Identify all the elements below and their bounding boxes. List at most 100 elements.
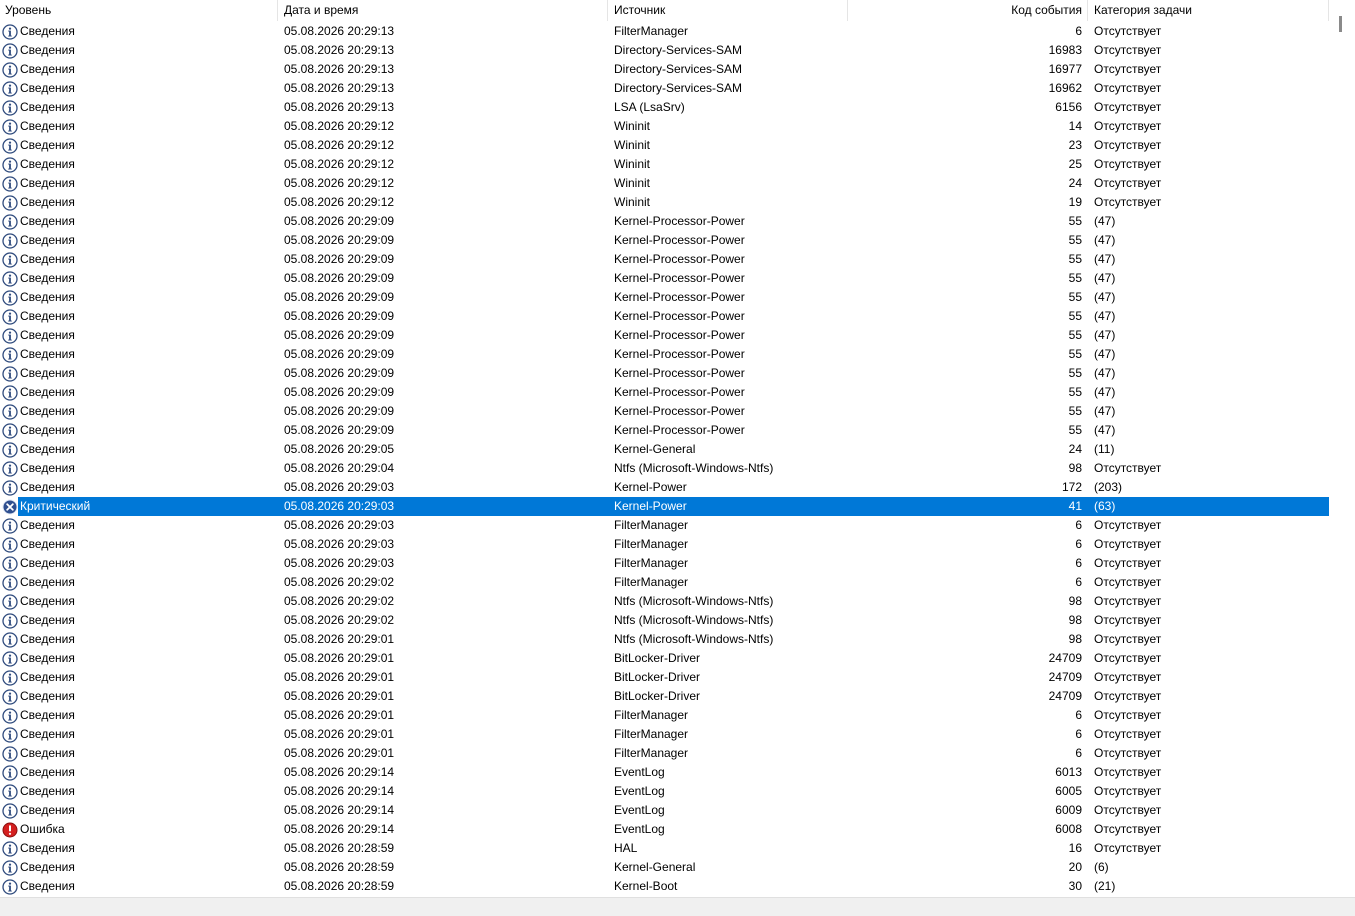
event-row[interactable]: Сведения 05.08.2026 20:29:12 Wininit 14 Отсу… xyxy=(0,117,1330,136)
event-datetime: 05.08.2026 20:29:12 xyxy=(284,138,395,152)
column-header-task-category[interactable]: Категория задачи xyxy=(1089,0,1327,21)
event-datetime: 05.08.2026 20:29:09 xyxy=(284,423,395,437)
info-icon xyxy=(2,613,18,629)
event-task-category: Отсутствует xyxy=(1094,613,1162,627)
event-row[interactable]: Сведения 05.08.2026 20:29:09 Kernel-Proces… xyxy=(0,269,1330,288)
event-id: 30 xyxy=(1068,879,1082,893)
event-row[interactable]: Сведения 05.08.2026 20:29:13 LSA (LsaSrv) 6… xyxy=(0,98,1330,117)
event-row[interactable]: Сведения 05.08.2026 20:29:01 FilterManager… xyxy=(0,706,1330,725)
event-datetime: 05.08.2026 20:29:09 xyxy=(284,347,395,361)
column-divider[interactable] xyxy=(1087,0,1088,21)
event-row[interactable]: Сведения 05.08.2026 20:29:01 Ntfs (Microso… xyxy=(0,630,1330,649)
horizontal-scrollbar[interactable] xyxy=(0,897,1355,916)
event-row[interactable]: Сведения 05.08.2026 20:29:12 Wininit 25 Отсу… xyxy=(0,155,1330,174)
event-row[interactable]: Сведения 05.08.2026 20:29:12 Wininit 19 Отсу… xyxy=(0,193,1330,212)
event-task-category: Отсутствует xyxy=(1094,765,1162,779)
column-divider[interactable] xyxy=(1328,0,1329,21)
event-row[interactable]: Сведения 05.08.2026 20:29:04 Ntfs (Microso… xyxy=(0,459,1330,478)
event-row[interactable]: Сведения 05.08.2026 20:29:02 Ntfs (Microso… xyxy=(0,611,1330,630)
column-header-event-id[interactable]: Код события xyxy=(849,0,1087,21)
event-task-category: Отсутствует xyxy=(1094,556,1162,570)
event-datetime: 05.08.2026 20:29:09 xyxy=(284,366,395,380)
event-row[interactable]: Сведения 05.08.2026 20:29:03 FilterManager… xyxy=(0,535,1330,554)
column-divider[interactable] xyxy=(277,0,278,21)
event-level: Сведения xyxy=(20,119,75,133)
column-divider[interactable] xyxy=(607,0,608,21)
info-icon xyxy=(2,62,18,78)
event-row[interactable]: Сведения 05.08.2026 20:29:09 Kernel-Proces… xyxy=(0,402,1330,421)
event-row[interactable]: Сведения 05.08.2026 20:29:09 Kernel-Proces… xyxy=(0,250,1330,269)
event-row[interactable]: Сведения 05.08.2026 20:29:02 FilterManager… xyxy=(0,573,1330,592)
event-task-category: (47) xyxy=(1094,214,1116,228)
column-header-source[interactable]: Источник xyxy=(609,0,846,21)
event-task-category: Отсутствует xyxy=(1094,157,1162,171)
event-row[interactable]: Сведения 05.08.2026 20:28:59 Kernel-Genera… xyxy=(0,858,1330,877)
event-level: Сведения xyxy=(20,271,75,285)
event-row[interactable]: Сведения 05.08.2026 20:29:09 Kernel-Proces… xyxy=(0,364,1330,383)
column-header-datetime[interactable]: Дата и время xyxy=(279,0,606,21)
info-icon xyxy=(2,366,18,382)
event-id: 172 xyxy=(1061,480,1082,494)
info-icon xyxy=(2,784,18,800)
event-task-category: (11) xyxy=(1094,442,1115,456)
event-row[interactable]: Сведения 05.08.2026 20:29:13 FilterManager… xyxy=(0,22,1330,41)
event-task-category: Отсутствует xyxy=(1094,100,1162,114)
event-source: Directory-Services-SAM xyxy=(614,81,743,95)
info-icon xyxy=(2,518,18,534)
event-row[interactable]: Сведения 05.08.2026 20:29:13 Directory-Ser… xyxy=(0,79,1330,98)
info-icon xyxy=(2,252,18,268)
event-row[interactable]: Сведения 05.08.2026 20:29:03 FilterManager… xyxy=(0,516,1330,535)
event-row[interactable]: Сведения 05.08.2026 20:29:09 Kernel-Proces… xyxy=(0,288,1330,307)
event-source: Ntfs (Microsoft-Windows-Ntfs) xyxy=(614,613,774,627)
event-row[interactable]: Критический 05.08.2026 20:29:03 Kernel-Pow… xyxy=(0,497,1330,516)
event-row[interactable]: Сведения 05.08.2026 20:29:02 Ntfs (Microso… xyxy=(0,592,1330,611)
event-task-category: Отсутствует xyxy=(1094,822,1162,836)
event-row[interactable]: Сведения 05.08.2026 20:29:09 Kernel-Proces… xyxy=(0,212,1330,231)
event-id: 6005 xyxy=(1055,784,1082,798)
event-id: 6 xyxy=(1075,708,1082,722)
info-icon xyxy=(2,594,18,610)
event-row[interactable]: Сведения 05.08.2026 20:29:14 EventLog 6013 О… xyxy=(0,763,1330,782)
event-row[interactable]: Сведения 05.08.2026 20:28:59 Kernel-Boot 30… xyxy=(0,877,1330,896)
event-row[interactable]: Сведения 05.08.2026 20:29:12 Wininit 23 Отсу… xyxy=(0,136,1330,155)
event-row[interactable]: Сведения 05.08.2026 20:29:12 Wininit 24 Отсу… xyxy=(0,174,1330,193)
event-row[interactable]: Сведения 05.08.2026 20:29:03 Kernel-Power 1… xyxy=(0,478,1330,497)
event-row[interactable]: Сведения 05.08.2026 20:29:01 BitLocker-Dri… xyxy=(0,649,1330,668)
event-row[interactable]: Сведения 05.08.2026 20:29:05 Kernel-Genera… xyxy=(0,440,1330,459)
info-icon xyxy=(2,100,18,116)
event-row[interactable]: Сведения 05.08.2026 20:29:01 BitLocker-Dri… xyxy=(0,687,1330,706)
event-datetime: 05.08.2026 20:29:12 xyxy=(284,119,395,133)
event-row[interactable]: Сведения 05.08.2026 20:29:01 BitLocker-Dri… xyxy=(0,668,1330,687)
event-level: Сведения xyxy=(20,461,75,475)
event-task-category: Отсутствует xyxy=(1094,841,1162,855)
event-row[interactable]: Сведения 05.08.2026 20:29:01 FilterManager… xyxy=(0,725,1330,744)
event-row[interactable]: Сведения 05.08.2026 20:29:14 EventLog 6009 О… xyxy=(0,801,1330,820)
event-row[interactable]: Сведения 05.08.2026 20:29:09 Kernel-Proces… xyxy=(0,421,1330,440)
event-row[interactable]: Сведения 05.08.2026 20:29:13 Directory-Ser… xyxy=(0,41,1330,60)
event-row[interactable]: Сведения 05.08.2026 20:29:01 FilterManager… xyxy=(0,744,1330,763)
event-row[interactable]: Сведения 05.08.2026 20:29:09 Kernel-Proces… xyxy=(0,326,1330,345)
event-row[interactable]: Сведения 05.08.2026 20:28:59 HAL 16 Отсутств… xyxy=(0,839,1330,858)
column-divider[interactable] xyxy=(847,0,848,21)
event-source: FilterManager xyxy=(614,537,689,551)
event-row[interactable]: Сведения 05.08.2026 20:29:03 FilterManager… xyxy=(0,554,1330,573)
event-level: Сведения xyxy=(20,309,75,323)
event-row[interactable]: Сведения 05.08.2026 20:29:14 EventLog 6005 О… xyxy=(0,782,1330,801)
info-icon xyxy=(2,214,18,230)
scrollbar-thumb[interactable] xyxy=(1339,16,1342,32)
event-datetime: 05.08.2026 20:29:09 xyxy=(284,214,395,228)
event-datetime: 05.08.2026 20:29:03 xyxy=(284,480,395,494)
event-row[interactable]: Сведения 05.08.2026 20:29:09 Kernel-Proces… xyxy=(0,307,1330,326)
event-level: Сведения xyxy=(20,803,75,817)
event-row[interactable]: Сведения 05.08.2026 20:29:09 Kernel-Proces… xyxy=(0,345,1330,364)
event-row[interactable]: Сведения 05.08.2026 20:29:13 Directory-Ser… xyxy=(0,60,1330,79)
column-header-level[interactable]: Уровень xyxy=(0,0,277,21)
event-id: 24709 xyxy=(1048,651,1082,665)
event-row[interactable]: Ошибка 05.08.2026 20:29:14 EventLog 6008 Отс… xyxy=(0,820,1330,839)
event-task-category: Отсутствует xyxy=(1094,24,1162,38)
event-task-category: (47) xyxy=(1094,423,1116,437)
event-datetime: 05.08.2026 20:29:01 xyxy=(284,746,395,760)
event-row[interactable]: Сведения 05.08.2026 20:29:09 Kernel-Proces… xyxy=(0,231,1330,250)
event-row[interactable]: Сведения 05.08.2026 20:29:09 Kernel-Proces… xyxy=(0,383,1330,402)
vertical-scrollbar[interactable] xyxy=(1335,0,1355,897)
